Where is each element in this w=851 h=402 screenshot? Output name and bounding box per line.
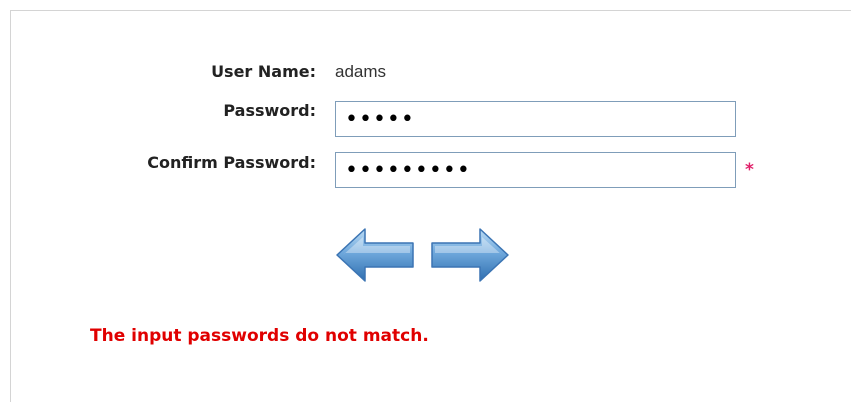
arrow-left-icon xyxy=(336,228,414,282)
next-button[interactable] xyxy=(430,226,510,284)
arrow-right-icon xyxy=(431,228,509,282)
password-field[interactable] xyxy=(335,101,736,137)
username-label: User Name: xyxy=(211,62,316,81)
username-value: adams xyxy=(335,62,387,81)
back-button[interactable] xyxy=(335,226,415,284)
confirm-password-label: Confirm Password: xyxy=(147,153,316,172)
required-marker: * xyxy=(745,160,754,180)
password-label: Password: xyxy=(223,101,316,120)
confirm-password-field[interactable] xyxy=(335,152,736,188)
error-message: The input passwords do not match. xyxy=(90,326,429,346)
